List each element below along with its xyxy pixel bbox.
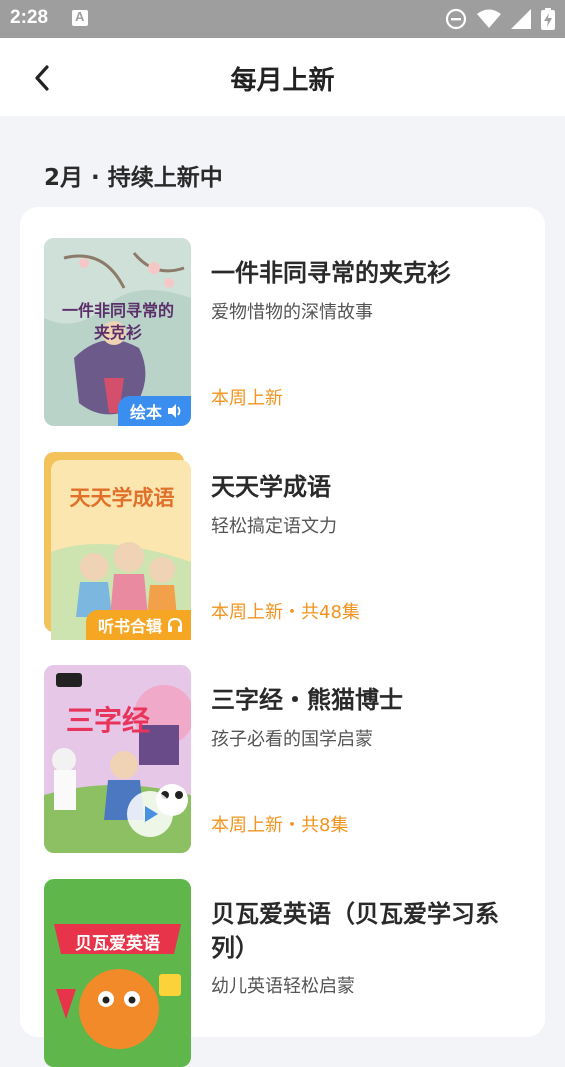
item-title[interactable]: 贝瓦爱英语（贝瓦爱学习系列）	[211, 897, 511, 965]
status-icons	[445, 7, 555, 31]
item-subtitle: 轻松搞定语文力	[211, 516, 337, 537]
list-item[interactable]: 三字经 三字经・熊猫博士 孩子必看的国学启蒙 本周上新・共8集	[44, 665, 524, 853]
badge-label: 听书合辑	[97, 617, 162, 636]
play-button[interactable]	[127, 791, 173, 837]
item-subtitle: 爱物惜物的深情故事	[211, 302, 373, 323]
item-title[interactable]: 三字经・熊猫博士	[211, 683, 511, 717]
item-subtitle: 孩子必看的国学启蒙	[211, 729, 373, 750]
item-tag: 本周上新・共48集	[211, 602, 360, 623]
battery-charging-icon	[541, 8, 555, 30]
status-bar: 2:28	[0, 0, 565, 38]
new-content-card: 一件非同寻常的夹克衫 绘本 一件非同寻常的夹克衫 爱物惜物的深情故事 本周上新	[20, 207, 545, 1067]
page-title: 每月上新	[230, 66, 335, 96]
cover-text: 天天学成语	[69, 486, 175, 510]
status-time: 2:28	[10, 7, 49, 28]
notification-a-icon	[72, 9, 88, 26]
wifi-icon	[477, 9, 501, 28]
cover-text: 贝瓦爱英语	[75, 934, 160, 954]
list-item[interactable]: 贝瓦爱英语 贝瓦爱英语（贝瓦爱学习系列） 幼儿英语轻松启蒙	[44, 879, 524, 1067]
speaker-icon	[168, 404, 181, 418]
cover-text: 三字经	[66, 704, 151, 737]
item-tag: 本周上新・共8集	[211, 815, 349, 836]
item-tag: 本周上新	[211, 388, 283, 409]
item-title[interactable]: 天天学成语	[211, 470, 511, 504]
item-cover[interactable]: 贝瓦爱英语	[44, 879, 191, 1067]
headphones-icon	[168, 617, 182, 632]
cover-illustration	[44, 879, 191, 1067]
list-item[interactable]: 天天学成语 听书合辑 天天学成语 轻松搞定语文力 本周上新・共48集	[44, 452, 524, 640]
audio-collection-badge: 听书合辑	[85, 610, 191, 640]
list-item[interactable]: 一件非同寻常的夹克衫 绘本 一件非同寻常的夹克衫 爱物惜物的深情故事 本周上新	[44, 238, 524, 426]
badge-label: 绘本	[129, 403, 162, 422]
cellular-signal-icon	[511, 9, 531, 29]
cover-text: 一件非同寻常的夹克衫	[62, 301, 175, 342]
section-title: 2月 · 持续上新中	[44, 165, 223, 191]
item-cover[interactable]: 天天学成语 听书合辑	[44, 452, 191, 640]
play-icon	[145, 806, 158, 822]
item-cover[interactable]: 一件非同寻常的夹克衫 绘本	[44, 238, 191, 426]
picture-book-badge: 绘本	[117, 396, 191, 426]
item-subtitle: 幼儿英语轻松启蒙	[211, 976, 355, 997]
item-title[interactable]: 一件非同寻常的夹克衫	[211, 256, 511, 290]
do-not-disturb-icon	[445, 8, 467, 30]
item-cover[interactable]: 三字经	[44, 665, 191, 853]
header: 每月上新	[0, 38, 565, 116]
